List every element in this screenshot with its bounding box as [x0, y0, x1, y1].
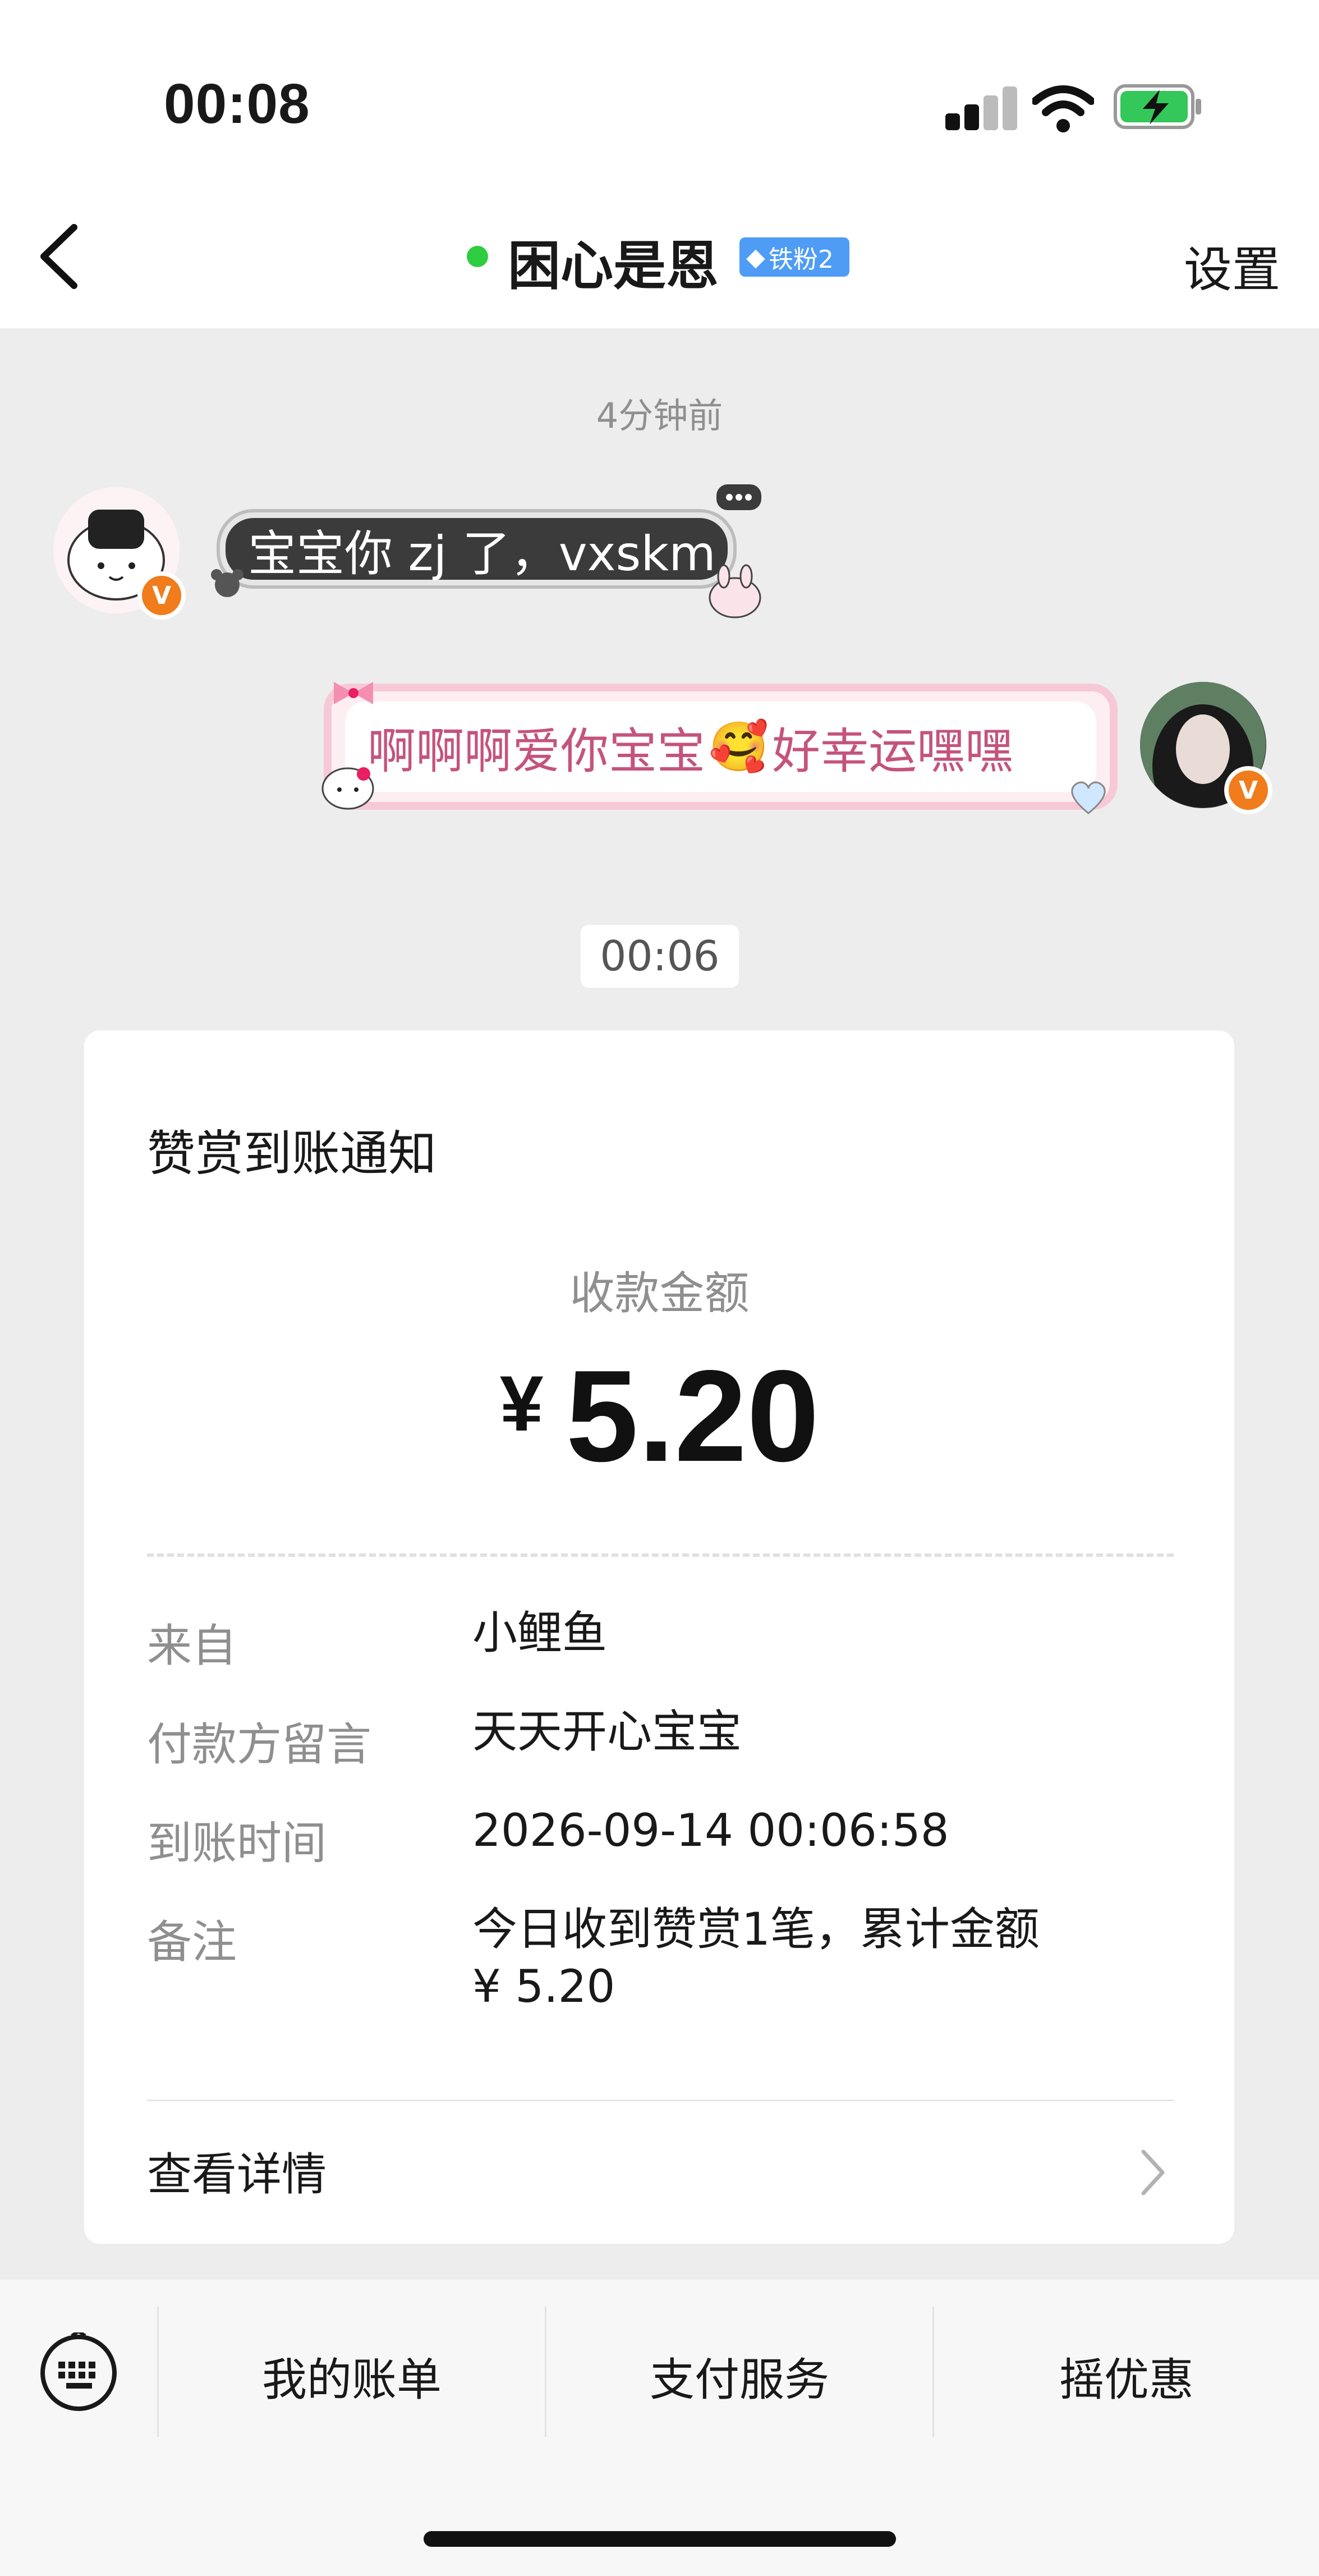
menu-payment-services[interactable]: 支付服务: [546, 2344, 932, 2406]
from-label: 来自: [147, 1620, 237, 1672]
chat-bubble-sticker-icon: [714, 482, 764, 521]
message-text: 宝宝你 zj 了，vxskm: [248, 525, 716, 582]
from-value: 小鲤鱼: [472, 1607, 607, 1659]
card-title: 赞赏到账通知: [147, 1126, 436, 1182]
home-indicator[interactable]: [424, 2531, 896, 2547]
bunny-sticker-icon: [704, 564, 766, 620]
back-arrow-icon[interactable]: [34, 222, 84, 292]
kitty-sticker-icon: [314, 755, 382, 822]
remark-value-amount: ¥ 5.20: [472, 1960, 615, 2013]
bubble-right-content: 啊啊啊爱你宝宝 🥰 好幸运嘿嘿: [345, 702, 1096, 792]
amount-value: ¥5.20: [0, 1341, 1319, 1491]
amount-label: 收款金额: [569, 1267, 750, 1319]
menu-my-bills[interactable]: 我的账单: [159, 2344, 545, 2406]
message-timestamp: 4分钟前: [596, 395, 723, 436]
chat-title: 困心是恩: [508, 236, 719, 297]
amount-number: 5.20: [566, 1344, 820, 1489]
verified-badge-icon: V: [137, 571, 186, 620]
fan-badge-label: 铁粉2: [768, 245, 834, 274]
cellular-signal-icon: [945, 85, 1018, 130]
status-time: 00:08: [164, 72, 310, 135]
received-time-label: 到账时间: [147, 1817, 327, 1869]
my-avatar[interactable]: V: [1140, 682, 1272, 814]
online-status-dot: [467, 246, 488, 267]
love-emoji-icon: 🥰: [709, 719, 769, 775]
menu-shake-deals[interactable]: 摇优惠: [934, 2344, 1319, 2406]
wifi-icon: [1032, 85, 1094, 132]
settings-button[interactable]: 设置: [1184, 230, 1280, 300]
sender-avatar[interactable]: V: [53, 487, 186, 620]
message-text: 啊啊啊爱你宝宝: [367, 723, 705, 780]
remark-value: 今日收到赞赏1笔，累计金额: [472, 1903, 1040, 1955]
bear-sticker-icon: [208, 567, 247, 601]
view-details-link[interactable]: 查看详情: [147, 2138, 327, 2203]
currency-symbol: ¥: [499, 1359, 544, 1447]
message-timestamp: 00:06: [581, 925, 739, 988]
fan-level-badge: ◆ 铁粉2: [739, 237, 849, 277]
payer-message-value: 天天开心宝宝: [472, 1706, 742, 1758]
remark-label: 备注: [147, 1916, 237, 1968]
chevron-right-icon[interactable]: [1139, 2147, 1167, 2198]
message-text-suffix: 好幸运嘿嘿: [772, 723, 1014, 780]
diamond-icon: ◆: [746, 242, 765, 272]
dashed-divider: [147, 1553, 1174, 1557]
message-bubble-right[interactable]: 啊啊啊爱你宝宝 🥰 好幸运嘿嘿: [324, 684, 1118, 810]
message-bubble-left[interactable]: 宝宝你 zj 了，vxskm: [220, 512, 733, 585]
received-time-value: 2026-09-14 00:06:58: [472, 1804, 949, 1857]
verified-badge-icon: V: [1224, 766, 1272, 814]
heart-sticker-icon: [1066, 777, 1111, 817]
payer-message-label: 付款方留言: [147, 1718, 371, 1771]
keyboard-toggle-icon[interactable]: [38, 2332, 120, 2414]
bow-sticker-icon: [328, 676, 379, 710]
battery-charging-icon: [1114, 84, 1201, 129]
card-divider: [147, 2100, 1174, 2101]
